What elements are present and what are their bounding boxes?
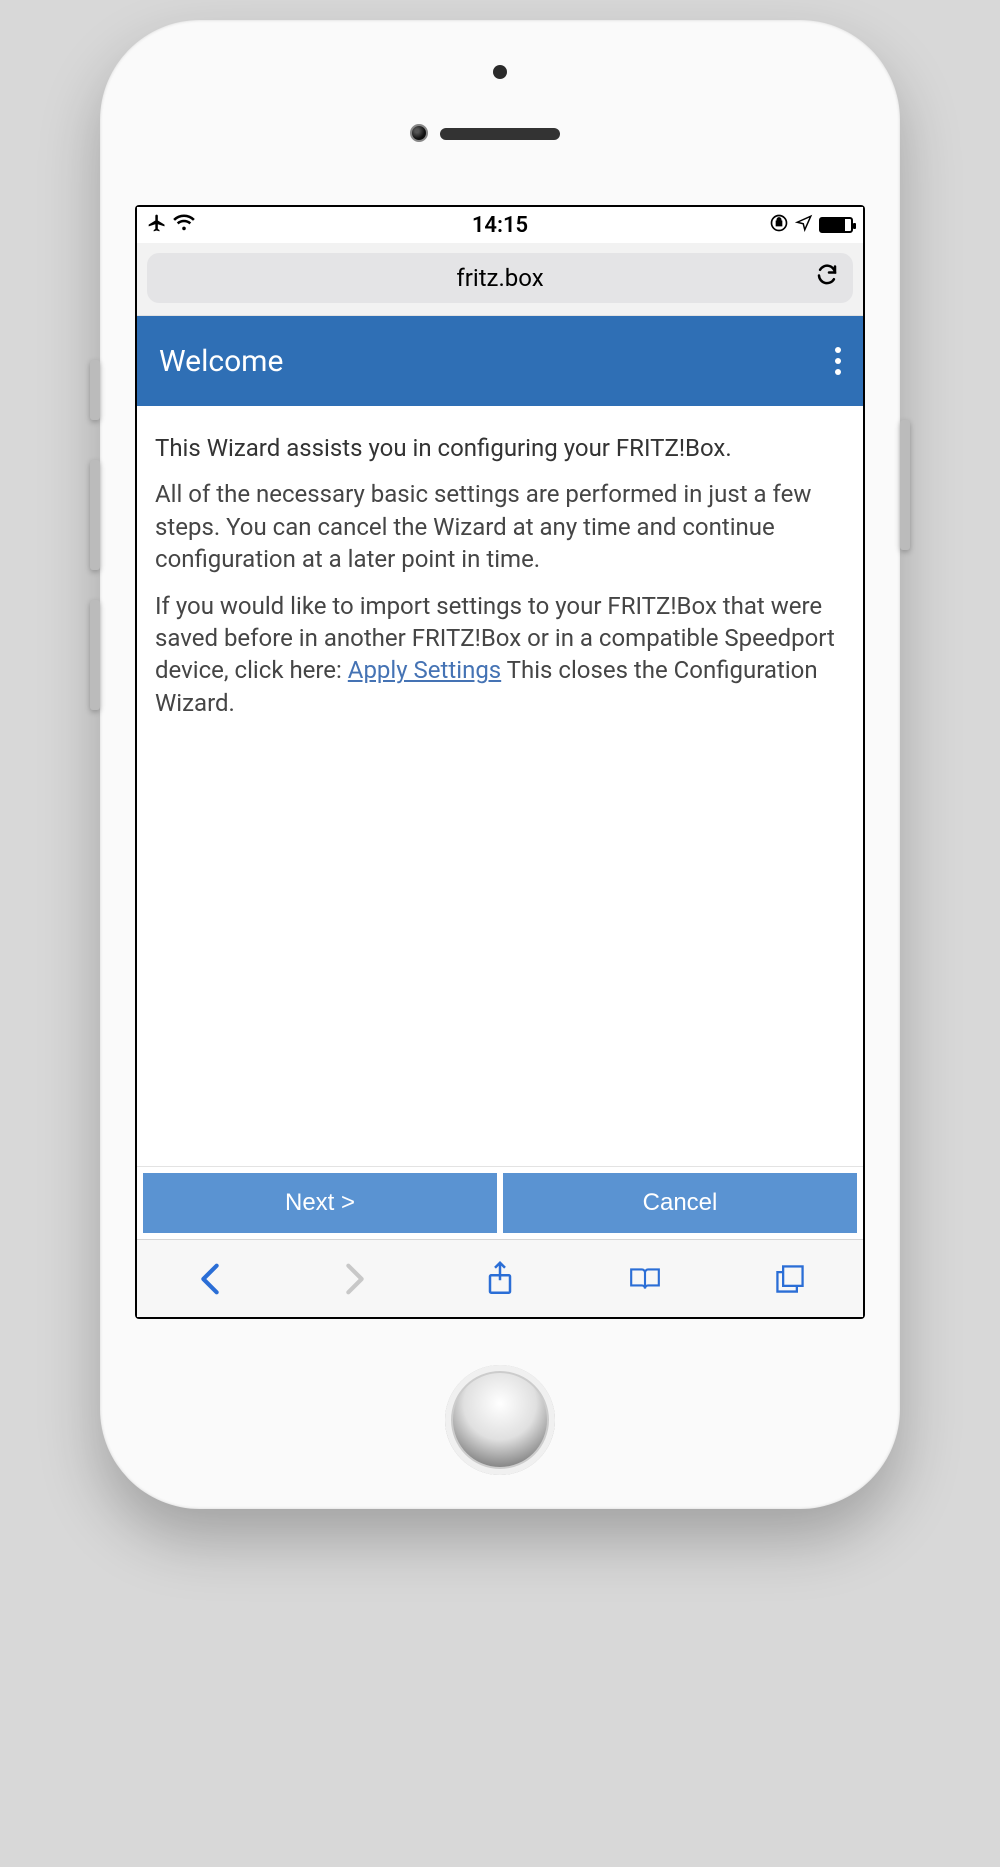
intro-paragraph-1: This Wizard assists you in configuring y… [155, 432, 845, 464]
cancel-button[interactable]: Cancel [503, 1173, 857, 1233]
browser-toolbar [137, 1239, 863, 1317]
home-button[interactable] [445, 1365, 555, 1475]
address-text: fritz.box [456, 264, 543, 292]
volume-down-button [90, 600, 100, 710]
wizard-buttons: Next > Cancel [137, 1166, 863, 1239]
apply-settings-link[interactable]: Apply Settings [348, 656, 501, 684]
intro-paragraph-3: If you would like to import settings to … [155, 590, 845, 720]
front-camera [410, 124, 428, 142]
tabs-icon[interactable] [773, 1262, 807, 1296]
next-button[interactable]: Next > [143, 1173, 497, 1233]
status-bar: 14:15 [137, 207, 863, 243]
back-icon[interactable] [193, 1262, 227, 1296]
address-field[interactable]: fritz.box [147, 253, 853, 303]
browser-address-bar: fritz.box [137, 243, 863, 316]
page-header: Welcome [137, 316, 863, 406]
power-button [900, 420, 910, 550]
battery-icon [819, 217, 853, 233]
airplane-mode-icon [147, 213, 167, 238]
share-icon[interactable] [483, 1262, 517, 1296]
speaker-grille [440, 128, 560, 140]
page-content: This Wizard assists you in configuring y… [137, 406, 863, 1166]
reload-icon[interactable] [815, 263, 839, 294]
status-time: 14:15 [472, 213, 528, 238]
forward-icon [338, 1262, 372, 1296]
menu-kebab-icon[interactable] [835, 347, 841, 375]
bookmarks-icon[interactable] [628, 1262, 662, 1296]
wifi-icon [173, 213, 195, 237]
intro-paragraph-2: All of the necessary basic settings are … [155, 478, 845, 575]
phone-device-frame: 14:15 fritz.box [100, 20, 900, 1509]
mute-switch [90, 360, 100, 420]
orientation-lock-icon [769, 213, 789, 238]
location-icon [795, 213, 813, 237]
volume-up-button [90, 460, 100, 570]
device-screen: 14:15 fritz.box [137, 207, 863, 1317]
page-title: Welcome [159, 344, 283, 379]
